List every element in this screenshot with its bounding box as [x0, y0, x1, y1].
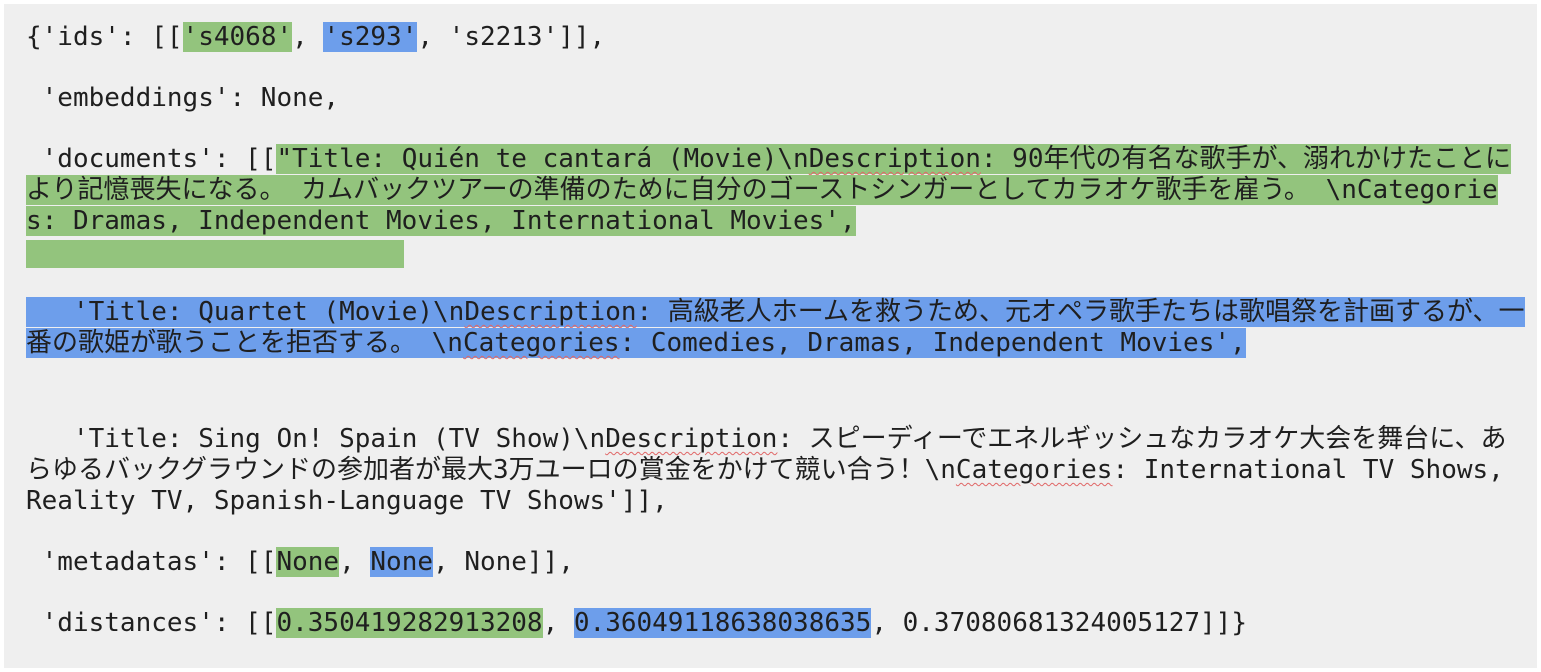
document-2-line: 'Title: Quartet (Movie)\nDescription: 高級…	[26, 297, 1526, 359]
doc2-indent	[26, 297, 73, 327]
doc2-categories-key: Categories	[462, 328, 620, 358]
metadatas-line: 'metadatas': [[None, None, None]],	[26, 547, 1526, 578]
doc2-title: 'Title: Quartet (Movie)\n	[72, 297, 465, 327]
document-3-line: 'Title: Sing On! Spain (TV Show)\nDescri…	[26, 424, 1526, 517]
document-1-highlight-tail	[26, 240, 404, 268]
distance-highlight-blue: 0.36049118638038635	[573, 608, 872, 638]
id-highlight-green: 's4068'	[182, 22, 293, 52]
metadata-highlight-blue: None	[370, 547, 434, 577]
metadatas-prefix: 'metadatas': [[	[26, 547, 277, 577]
doc3-categories-key: Categories	[955, 455, 1113, 485]
embeddings-line: 'embeddings': None,	[26, 83, 340, 113]
metadata-highlight-green: None	[276, 547, 340, 577]
distances-rest: , 0.37080681324005127]]}	[871, 608, 1247, 638]
doc2-description-key: Description	[464, 297, 637, 327]
documents-prefix: 'documents': [[	[26, 144, 277, 174]
code-output-panel: {'ids': [['s4068', 's293', 's2213']], 'e…	[4, 4, 1537, 668]
doc3-title: 'Title: Sing On! Spain (TV Show)\n	[72, 424, 606, 454]
doc1-description-key: Description	[808, 144, 981, 174]
id-highlight-blue: 's293'	[323, 22, 418, 52]
metadatas-separator: ,	[339, 547, 371, 577]
distances-line: 'distances': [[0.350419282913208, 0.3604…	[26, 608, 1526, 639]
ids-line: {'ids': [['s4068', 's293', 's2213']],	[26, 22, 1526, 53]
document-2-highlight-blue: 'Title: Quartet (Movie)\nDescription: 高級…	[26, 297, 1525, 358]
distances-prefix: 'distances': [[	[26, 608, 277, 638]
distances-separator: ,	[542, 608, 574, 638]
ids-separator: ,	[292, 22, 324, 52]
doc3-description-key: Description	[605, 424, 778, 454]
doc3-indent	[26, 424, 73, 454]
doc1-title: "Title: Quién te cantará (Movie)\n	[276, 144, 809, 174]
ids-rest: , 's2213']],	[417, 22, 606, 52]
doc2-categories: : Comedies, Dramas, Independent Movies',	[619, 328, 1246, 358]
distance-highlight-green: 0.350419282913208	[276, 608, 543, 638]
documents-line: 'documents': [["Title: Quién te cantará …	[26, 144, 1526, 237]
ids-prefix: {'ids': [[	[26, 22, 183, 52]
metadatas-rest: , None]],	[433, 547, 574, 577]
